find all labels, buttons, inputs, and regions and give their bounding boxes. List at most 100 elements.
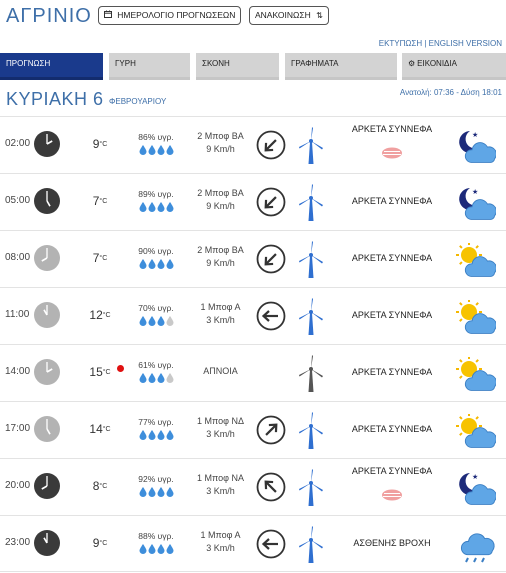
wind-kmh: 9 Km/h (206, 201, 235, 211)
wind: 2 Μποφ ΒΑ 9 Km/h (183, 244, 258, 270)
humidity-value: 89% υγρ. (138, 189, 174, 199)
humidity-drops (130, 259, 182, 271)
tab-icons[interactable]: ⚙ ΕΙΚΟΝΙΔΙΑ (402, 53, 506, 80)
tab-forecast[interactable]: ΠΡΟΓΝΩΣΗ (0, 53, 103, 80)
sort-arrows-icon: ⇅ (316, 11, 323, 20)
wind-direction-arrow-icon (256, 187, 286, 217)
wind-speed: 1 Μποφ Α (200, 530, 241, 540)
wind-kmh: 3 Km/h (206, 543, 235, 553)
wind-direction-arrow-icon (256, 244, 286, 274)
humidity-value: 90% υγρ. (138, 246, 174, 256)
condition-text: ΑΡΚΕΤΑ ΣΥΝΝΕΦΑ (351, 124, 433, 134)
humidity: 86% υγρ. (130, 132, 182, 157)
condition-text: ΑΡΚΕΤΑ ΣΥΝΝΕΦΑ (351, 253, 433, 263)
wind-turbine-icon (297, 354, 325, 392)
forecast-time: 11:00 (5, 309, 30, 320)
wind-speed: 1 Μποφ ΝΔ (197, 416, 244, 426)
forecast-calendar-button[interactable]: ΗΜΕΡΟΛΟΓΙΟ ΠΡΟΓΝΩΣΕΩΝ (98, 6, 242, 25)
humidity: 89% υγρ. (130, 189, 182, 214)
temperature-unit: °C (102, 426, 111, 433)
clock-icon (33, 529, 61, 557)
forecast-row: 17:00 14°C 77% υγρ. 1 Μποφ ΝΔ 3 Km/h ΑΡΚ… (0, 401, 506, 458)
temperature: 14°C (80, 422, 120, 436)
temperature: 7°C (80, 251, 120, 265)
clock-icon (33, 472, 61, 500)
announcement-button[interactable]: ΑΝΑΚΟΙΝΩΣΗ ⇅ (249, 6, 329, 25)
condition-text: ΑΡΚΕΤΑ ΣΥΝΝΕΦΑ (351, 466, 433, 476)
forecast-time: 17:00 (5, 423, 31, 434)
tab-pollen[interactable]: ΓΥΡΗ (109, 53, 190, 80)
clock-icon (33, 415, 61, 443)
humidity-drops (130, 430, 182, 442)
city-title: ΑΓΡΙΝΙΟ (6, 5, 92, 27)
sunrise-sunset: Ανατολή: 07:36 - Δύση 18:01 (399, 88, 502, 97)
tab-bar: ΠΡΟΓΝΩΣΗ ΓΥΡΗ ΣΚΟΝΗ ΓΡΑΦΗΜΑΤΑ ⚙ ΕΙΚΟΝΙΔΙΑ (0, 53, 506, 80)
weather-icon: ★ (456, 129, 497, 165)
condition-text: ΑΡΚΕΤΑ ΣΥΝΝΕΦΑ (351, 367, 433, 377)
wind-turbine-icon (297, 468, 325, 506)
wind-direction-arrow-icon (256, 415, 286, 445)
humidity-drops (130, 373, 182, 385)
clock-icon (33, 130, 61, 158)
temperature-value: 15 (89, 365, 103, 379)
page-header: ΑΓΡΙΝΙΟ ΗΜΕΡΟΛΟΓΙΟ ΠΡΟΓΝΩΣΕΩΝ ΑΝΑΚΟΙΝΩΣΗ… (0, 0, 506, 32)
wind-direction-arrow-icon (256, 472, 286, 502)
forecast-row: 05:00 7°C 89% υγρ. 2 Μποφ ΒΑ 9 Km/h ΑΡΚΕ… (0, 173, 506, 230)
tab-dust[interactable]: ΣΚΟΝΗ (196, 53, 279, 80)
announcement-label: ΑΝΑΚΟΙΝΩΣΗ (255, 10, 311, 20)
humidity-drops (130, 487, 182, 499)
forecast-time: 05:00 (5, 195, 31, 206)
svg-text:★: ★ (472, 188, 478, 196)
humidity-value: 92% υγρ. (138, 474, 174, 484)
condition-text: ΑΣΘΕΝΗΣ ΒΡΟΧΗ (353, 538, 431, 548)
wind-kmh: 3 Km/h (206, 486, 235, 496)
tab-charts[interactable]: ΓΡΑΦΗΜΑΤΑ (285, 53, 397, 80)
svg-text:★: ★ (472, 131, 478, 139)
condition-text: ΑΡΚΕΤΑ ΣΥΝΝΕΦΑ (351, 310, 433, 320)
wind: 2 Μποφ ΒΑ 9 Km/h (183, 130, 258, 156)
condition: ΑΡΚΕΤΑ ΣΥΝΝΕΦΑ (332, 310, 452, 320)
condition: ΑΡΚΕΤΑ ΣΥΝΝΕΦΑ (332, 196, 452, 206)
temperature-unit: °C (99, 198, 108, 205)
forecast-row: 23:00 9°C 88% υγρ. 1 Μποφ Α 3 Km/h ΑΣΘΕΝ… (0, 515, 506, 572)
condition-text: ΑΡΚΕΤΑ ΣΥΝΝΕΦΑ (351, 196, 433, 206)
condition: ΑΣΘΕΝΗΣ ΒΡΟΧΗ (332, 538, 452, 548)
wind-speed: 1 Μποφ ΝΑ (197, 473, 244, 483)
wind-speed: 1 Μποφ Α (200, 302, 241, 312)
wind-speed: 2 Μποφ ΒΑ (197, 131, 244, 141)
wind-kmh: 3 Km/h (206, 315, 235, 325)
condition: ΑΡΚΕΤΑ ΣΥΝΝΕΦΑ (332, 466, 452, 501)
condition: ΑΡΚΕΤΑ ΣΥΝΝΕΦΑ (332, 253, 452, 263)
temperature-unit: °C (99, 141, 108, 148)
weather-icon: ★ (456, 186, 497, 222)
weather-icon: ★ (456, 471, 497, 507)
humidity-value: 70% υγρ. (138, 303, 174, 313)
wind-direction-arrow-icon (256, 358, 286, 388)
clock-icon (33, 244, 61, 272)
humidity-drops (130, 202, 182, 214)
forecast-calendar-label: ΗΜΕΡΟΛΟΓΙΟ ΠΡΟΓΝΩΣΕΩΝ (117, 10, 236, 20)
print-english-links[interactable]: ΕΚΤΥΠΩΣΗ | ENGLISH VERSION (379, 39, 502, 48)
forecast-time: 08:00 (5, 252, 31, 263)
humidity-value: 88% υγρ. (138, 531, 174, 541)
gear-icon: ⚙ (408, 59, 416, 68)
clock-icon (33, 358, 61, 386)
wind: 1 Μποφ Α 3 Km/h (183, 529, 258, 555)
temperature-value: 14 (89, 422, 103, 436)
temperature: 7°C (80, 194, 120, 208)
humidity: 88% υγρ. (130, 531, 182, 556)
day-title: ΚΥΡΙΑΚΗ 6 (6, 89, 104, 109)
wind-kmh: 9 Km/h (206, 144, 235, 154)
humidity-value: 61% υγρ. (138, 360, 174, 370)
forecast-time: 14:00 (5, 366, 31, 377)
wind-turbine-icon (297, 126, 325, 164)
humidity-value: 86% υγρ. (138, 132, 174, 142)
haze-icon (382, 147, 402, 159)
high-temperature-dot (117, 365, 124, 372)
temperature-value: 12 (89, 308, 103, 322)
condition: ΑΡΚΕΤΑ ΣΥΝΝΕΦΑ (332, 124, 452, 159)
weather-icon (456, 528, 496, 564)
forecast-time: 23:00 (5, 537, 31, 548)
forecast-row: 02:00 9°C 86% υγρ. 2 Μποφ ΒΑ 9 Km/h ΑΡΚΕ… (0, 116, 506, 173)
wind-kmh: 3 Km/h (206, 429, 235, 439)
